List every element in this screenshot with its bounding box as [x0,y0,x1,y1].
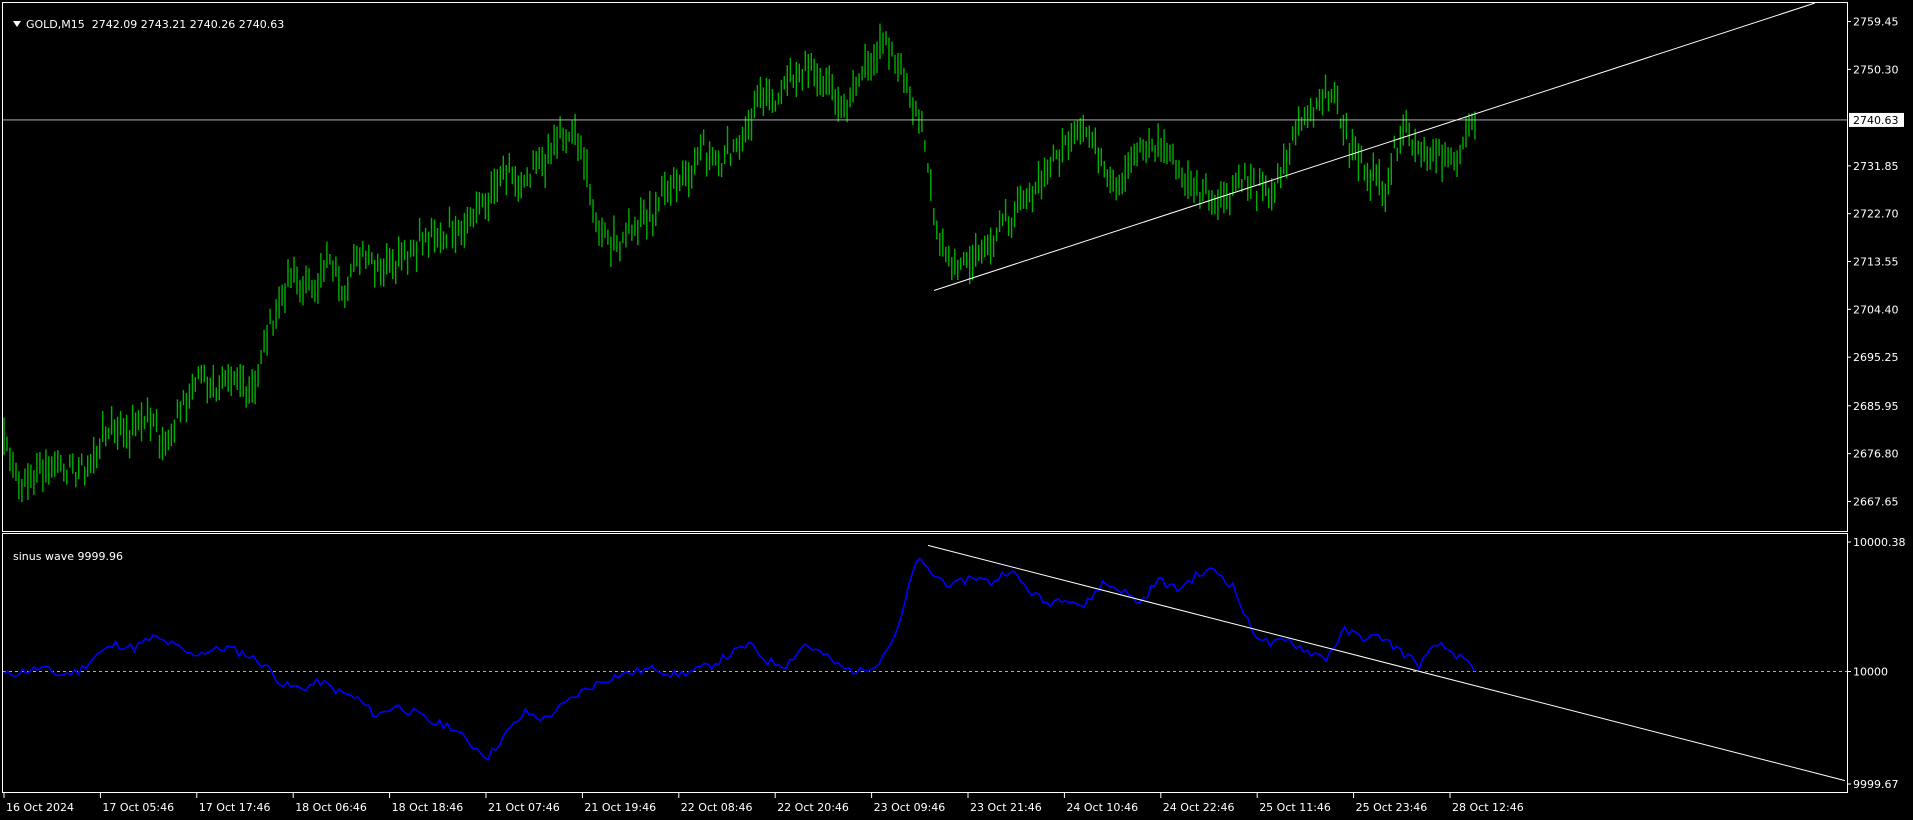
indicator-value-label: 9999.96 [77,550,123,563]
x-tick-label: 17 Oct 17:46 [199,801,271,814]
indicator-y-tick-label: 9999.67 [1853,778,1899,791]
symbol-label: GOLD,M15 [26,18,85,31]
y-tick-label: 2676.80 [1853,448,1899,461]
main-pane-frame [2,2,1848,532]
current-price-label: 2740.63 [1853,114,1899,127]
x-tick-label: 28 Oct 12:46 [1452,801,1524,814]
x-tick-label: 22 Oct 20:46 [777,801,849,814]
main-pane-header: GOLD,M15 2742.09 2743.21 2740.26 2740.63 [6,5,284,31]
x-tick-label: 23 Oct 21:46 [970,801,1042,814]
y-tick-label: 2695.25 [1853,351,1899,364]
x-tick-label: 25 Oct 11:46 [1259,801,1331,814]
y-tick-label: 2685.95 [1853,400,1899,413]
price-axis: 2759.45 2750.30 2740.63 2731.85 2722.70 2713.… [1847,16,1904,508]
indicator-y-tick-label: 10000 [1853,666,1888,679]
y-tick-label: 2667.65 [1853,495,1899,508]
y-tick-label: 2750.30 [1853,63,1899,76]
indicator-y-tick-label: 10000.38 [1853,536,1906,549]
y-tick-label: 2731.85 [1853,160,1899,173]
indicator-pane-header: sinus wave 9999.96 [6,537,123,563]
time-axis: 16 Oct 2024 17 Oct 05:46 17 Oct 17:46 18 Oc… [3,793,1524,814]
x-tick-label: 24 Oct 22:46 [1163,801,1235,814]
x-tick-label: 22 Oct 08:46 [681,801,753,814]
indicator-name-label: sinus wave [13,550,74,563]
x-tick-label: 18 Oct 18:46 [392,801,464,814]
ohlc-label: 2742.09 2743.21 2740.26 2740.63 [91,18,285,31]
price-plot [3,2,1847,503]
x-tick-label: 21 Oct 07:46 [488,801,560,814]
y-tick-label: 2722.70 [1853,208,1899,221]
main-trendline [933,2,1816,292]
x-tick-label: 23 Oct 09:46 [874,801,946,814]
x-tick-label: 17 Oct 05:46 [102,801,174,814]
indicator-pane-frame [2,533,1848,793]
y-tick-label: 2713.55 [1853,256,1899,269]
x-tick-label: 24 Oct 10:46 [1066,801,1138,814]
sinus-wave-line [3,557,1476,761]
chart-canvas[interactable]: 2759.45 2750.30 2740.63 2731.85 2722.70 2713.… [0,0,1913,820]
y-tick-label: 2704.40 [1853,303,1899,316]
x-tick-label: 16 Oct 2024 [6,801,74,814]
collapse-triangle-icon[interactable] [13,21,21,27]
x-tick-label: 25 Oct 23:46 [1356,801,1428,814]
indicator-axis: 10000.38 10000 9999.67 [1847,536,1906,791]
indicator-trendline [927,544,1846,782]
x-tick-label: 18 Oct 06:46 [295,801,367,814]
y-tick-label: 2759.45 [1853,16,1899,29]
x-tick-label: 21 Oct 19:46 [584,801,656,814]
indicator-plot [3,544,1847,782]
